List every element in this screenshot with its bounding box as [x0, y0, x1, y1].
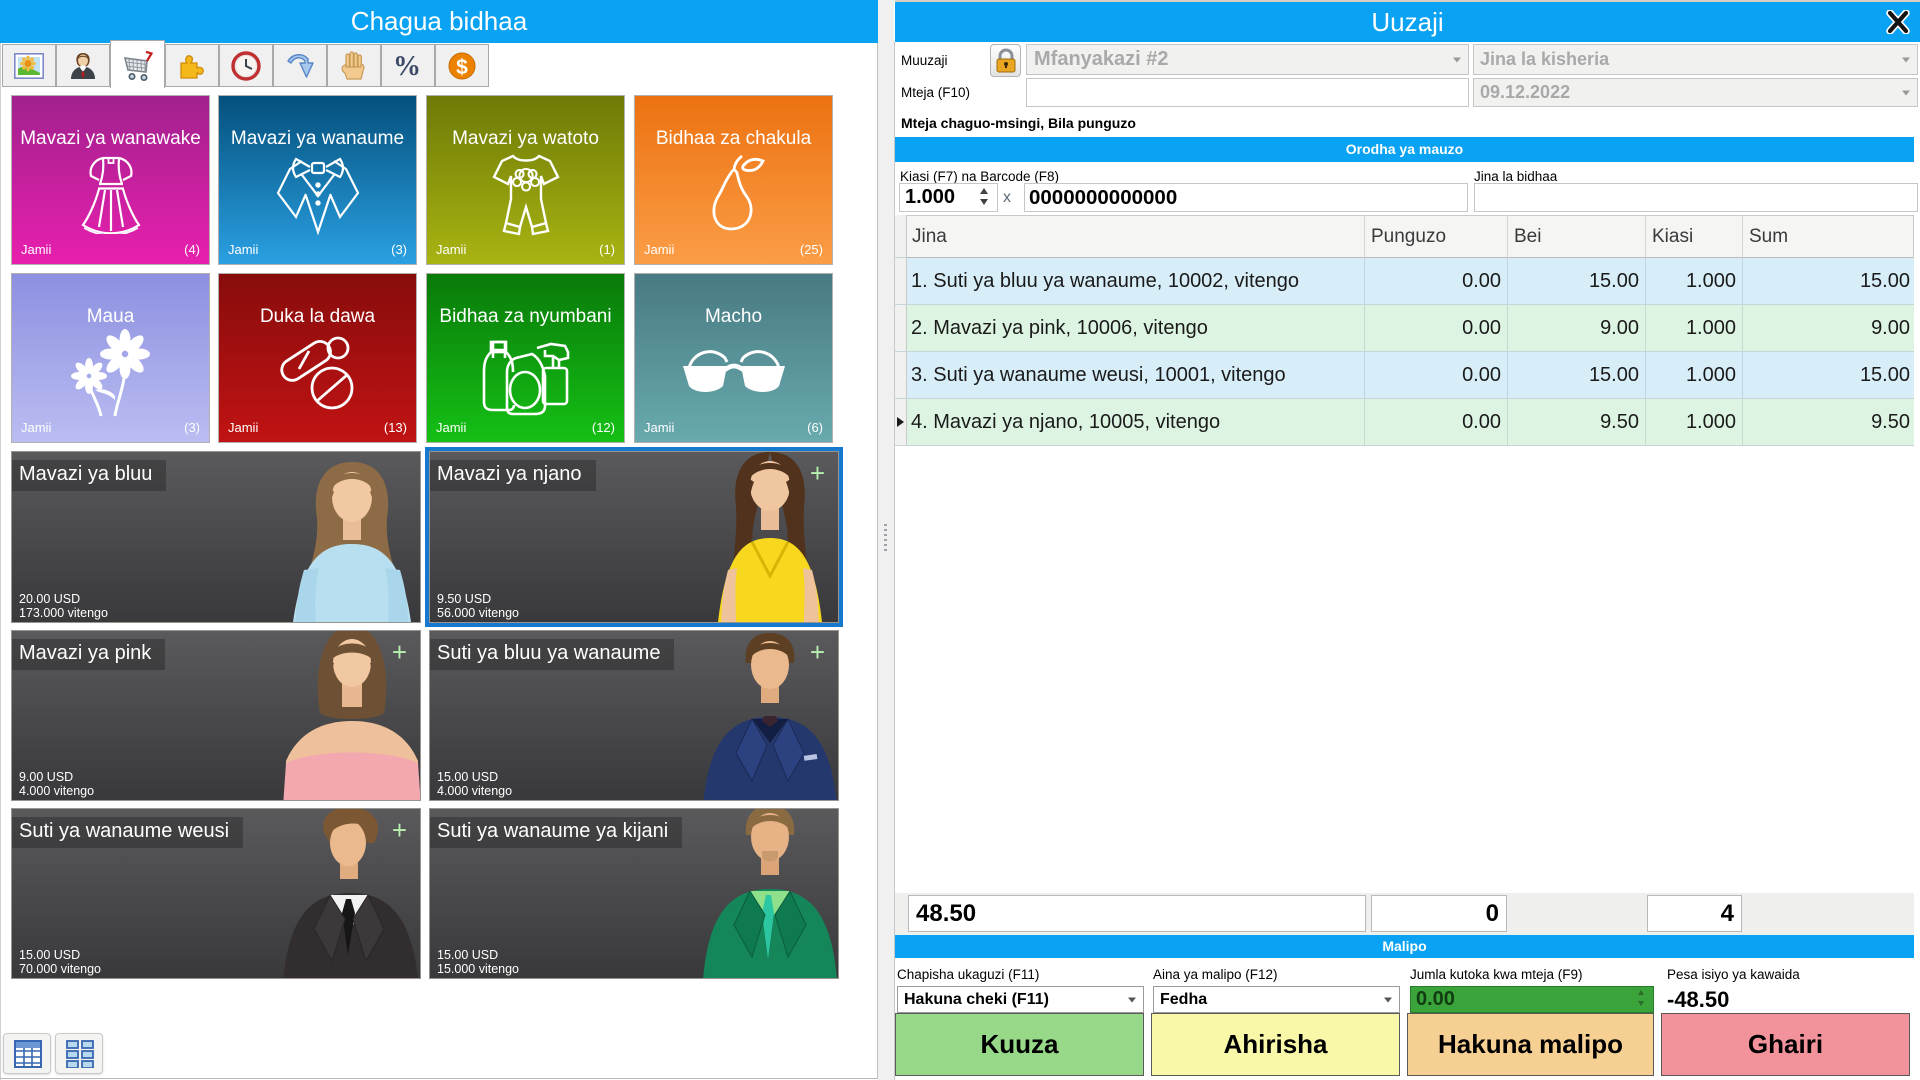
svg-text:$: $: [456, 56, 468, 79]
svg-text:%: %: [393, 51, 421, 81]
